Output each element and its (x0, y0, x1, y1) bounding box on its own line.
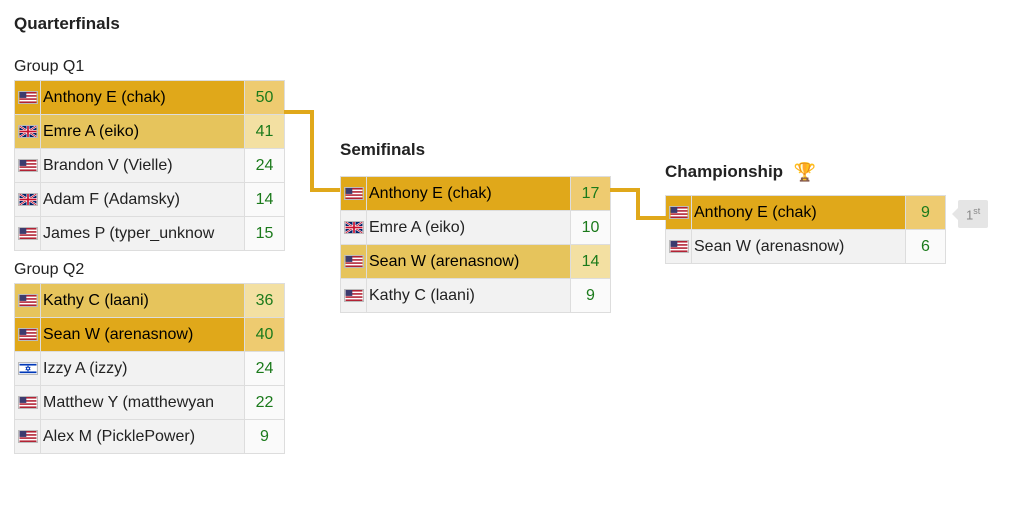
player-score: 50 (245, 81, 285, 115)
championship-stage: Championship 🏆 Anthony E (chak)9Sean W (… (665, 162, 965, 264)
flag-cell (341, 211, 367, 245)
table-row: Kathy C (laani)9 (341, 279, 611, 313)
player-score: 9 (906, 196, 946, 230)
table-row: Adam F (Adamsky)14 (15, 183, 285, 217)
player-score: 6 (906, 230, 946, 264)
player-name: Adam F (Adamsky) (41, 183, 245, 217)
flag-cell (666, 230, 692, 264)
trophy-icon: 🏆 (794, 162, 816, 183)
player-name: Sean W (arenasnow) (692, 230, 906, 264)
championship-title-text: Championship (665, 162, 783, 181)
flag-cell (15, 420, 41, 454)
player-score: 9 (571, 279, 611, 313)
table-row: Anthony E (chak)50 (15, 81, 285, 115)
group-q1-table: Anthony E (chak)50Emre A (eiko)41Brandon… (14, 80, 285, 251)
player-score: 9 (245, 420, 285, 454)
player-name: Izzy A (izzy) (41, 352, 245, 386)
table-row: Alex M (PicklePower)9 (15, 420, 285, 454)
flag-cell (15, 183, 41, 217)
flag-cell (341, 279, 367, 313)
championship-title: Championship 🏆 (665, 162, 965, 183)
player-name: Alex M (PicklePower) (41, 420, 245, 454)
player-score: 17 (571, 177, 611, 211)
flag-cell (15, 149, 41, 183)
table-row: Brandon V (Vielle)24 (15, 149, 285, 183)
player-name: Kathy C (laani) (367, 279, 571, 313)
player-score: 14 (245, 183, 285, 217)
flag-cell (666, 196, 692, 230)
flag-cell (341, 245, 367, 279)
placement-suffix: st (973, 206, 980, 216)
player-score: 10 (571, 211, 611, 245)
semifinals-table: Anthony E (chak)17Emre A (eiko)10Sean W … (340, 176, 611, 313)
flag-cell (15, 115, 41, 149)
connector (310, 188, 340, 192)
table-row: Sean W (arenasnow)14 (341, 245, 611, 279)
player-name: Sean W (arenasnow) (367, 245, 571, 279)
semifinals-title: Semifinals (340, 140, 620, 160)
player-name: Sean W (arenasnow) (41, 318, 245, 352)
player-score: 15 (245, 217, 285, 251)
table-row: Emre A (eiko)41 (15, 115, 285, 149)
player-name: Anthony E (chak) (41, 81, 245, 115)
group-q1-title: Group Q1 (14, 58, 294, 76)
player-score: 40 (245, 318, 285, 352)
table-row: Kathy C (laani)36 (15, 284, 285, 318)
connector (310, 110, 314, 192)
player-name: James P (typer_unknow (41, 217, 245, 251)
table-row: Izzy A (izzy)24 (15, 352, 285, 386)
player-name: Brandon V (Vielle) (41, 149, 245, 183)
placement-badge: 1st (958, 200, 988, 228)
flag-cell (15, 284, 41, 318)
player-name: Anthony E (chak) (692, 196, 906, 230)
player-name: Emre A (eiko) (367, 211, 571, 245)
table-row: Emre A (eiko)10 (341, 211, 611, 245)
championship-table: Anthony E (chak)9Sean W (arenasnow)6 (665, 195, 946, 264)
semifinals-stage: Semifinals Anthony E (chak)17Emre A (eik… (340, 140, 620, 313)
group-q2-table: Kathy C (laani)36Sean W (arenasnow)40Izz… (14, 283, 285, 454)
player-name: Anthony E (chak) (367, 177, 571, 211)
player-name: Emre A (eiko) (41, 115, 245, 149)
table-row: Sean W (arenasnow)6 (666, 230, 946, 264)
player-score: 24 (245, 149, 285, 183)
player-name: Matthew Y (matthewyan (41, 386, 245, 420)
table-row: Anthony E (chak)17 (341, 177, 611, 211)
flag-cell (15, 217, 41, 251)
player-name: Kathy C (laani) (41, 284, 245, 318)
flag-cell (341, 177, 367, 211)
table-row: Matthew Y (matthewyan22 (15, 386, 285, 420)
table-row: James P (typer_unknow15 (15, 217, 285, 251)
player-score: 14 (571, 245, 611, 279)
player-score: 36 (245, 284, 285, 318)
connector (636, 216, 666, 220)
player-score: 24 (245, 352, 285, 386)
flag-cell (15, 352, 41, 386)
quarterfinals-stage: Quarterfinals Group Q1 Anthony E (chak)5… (14, 14, 294, 454)
flag-cell (15, 81, 41, 115)
player-score: 22 (245, 386, 285, 420)
flag-cell (15, 318, 41, 352)
quarterfinals-title: Quarterfinals (14, 14, 294, 34)
table-row: Sean W (arenasnow)40 (15, 318, 285, 352)
group-q2-title: Group Q2 (14, 261, 294, 279)
player-score: 41 (245, 115, 285, 149)
table-row: Anthony E (chak)9 (666, 196, 946, 230)
flag-cell (15, 386, 41, 420)
